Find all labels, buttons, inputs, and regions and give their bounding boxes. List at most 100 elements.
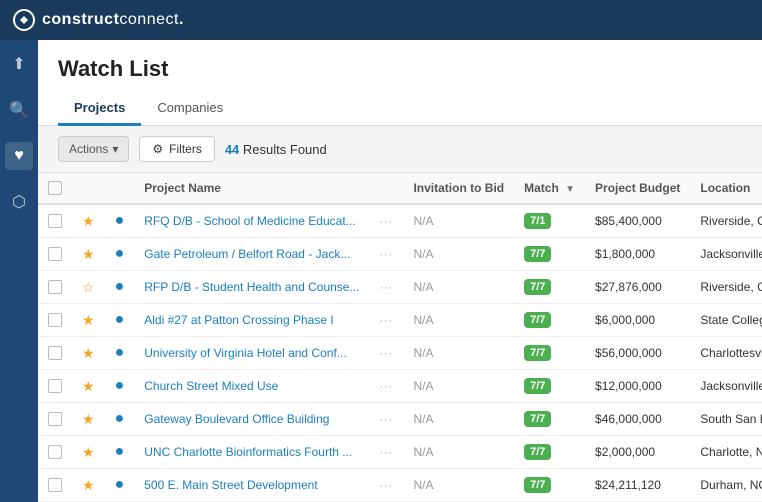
- search-icon[interactable]: 🔍: [5, 96, 33, 124]
- star-icon[interactable]: ★: [82, 246, 95, 262]
- location-value: South San Francisco, CA: [700, 412, 762, 426]
- row-project-name-cell: 500 E. Main Street Development: [134, 469, 369, 502]
- filters-button[interactable]: ⚙ Filters: [139, 136, 214, 162]
- shield-icon[interactable]: ⬡: [5, 188, 33, 216]
- project-name-link[interactable]: RFQ D/B - School of Medicine Educat...: [144, 214, 355, 228]
- star-icon[interactable]: ★: [82, 411, 95, 427]
- row-star-cell: ★: [72, 436, 105, 469]
- row-invitation-cell: N/A: [403, 238, 514, 271]
- more-options-icon[interactable]: ···: [379, 381, 393, 393]
- row-project-name-cell: Church Street Mixed Use: [134, 370, 369, 403]
- location-value: Riverside, CA: [700, 280, 762, 294]
- header-match[interactable]: Match ▼: [514, 173, 585, 204]
- project-name-link[interactable]: RFP D/B - Student Health and Counse...: [144, 280, 359, 294]
- row-budget-cell: $1,800,000: [585, 238, 690, 271]
- row-dot-cell: ●: [105, 204, 135, 238]
- table-row: ★ ● University of Virginia Hotel and Con…: [38, 337, 762, 370]
- match-badge: 7/7: [524, 411, 551, 427]
- sort-icon: ▼: [565, 184, 575, 195]
- row-checkbox-cell: [38, 436, 72, 469]
- row-invitation-cell: N/A: [403, 204, 514, 238]
- more-options-icon[interactable]: ···: [379, 249, 393, 261]
- star-icon[interactable]: ★: [82, 345, 95, 361]
- tab-projects[interactable]: Projects: [58, 92, 141, 126]
- row-checkbox[interactable]: [48, 412, 62, 426]
- row-location-cell: Charlottesville, VA: [690, 337, 762, 370]
- project-name-link[interactable]: Church Street Mixed Use: [144, 379, 278, 393]
- budget-value: $46,000,000: [595, 412, 662, 426]
- row-invitation-cell: N/A: [403, 436, 514, 469]
- row-match-cell: 7/7: [514, 436, 585, 469]
- star-icon[interactable]: ★: [82, 477, 95, 493]
- star-icon[interactable]: ★: [82, 444, 95, 460]
- project-name-link[interactable]: Aldi #27 at Patton Crossing Phase I: [144, 313, 333, 327]
- match-badge: 7/7: [524, 345, 551, 361]
- row-star-cell: ★: [72, 469, 105, 502]
- row-checkbox[interactable]: [48, 280, 62, 294]
- row-project-name-cell: University of Virginia Hotel and Conf...: [134, 337, 369, 370]
- row-match-cell: 7/7: [514, 469, 585, 502]
- row-location-cell: South San Francisco, CA: [690, 403, 762, 436]
- star-icon[interactable]: ★: [82, 378, 95, 394]
- row-checkbox[interactable]: [48, 313, 62, 327]
- project-name-link[interactable]: Gate Petroleum / Belfort Road - Jack...: [144, 247, 350, 261]
- header-invitation: Invitation to Bid: [403, 173, 514, 204]
- row-checkbox[interactable]: [48, 445, 62, 459]
- star-icon[interactable]: ☆: [82, 279, 95, 295]
- page-title: Watch List: [58, 56, 742, 82]
- row-checkbox[interactable]: [48, 247, 62, 261]
- more-options-icon[interactable]: ···: [379, 480, 393, 492]
- sidebar: ⬆ 🔍 ♥ ⬡: [0, 40, 38, 502]
- row-checkbox[interactable]: [48, 214, 62, 228]
- row-match-cell: 7/7: [514, 238, 585, 271]
- project-name-link[interactable]: Gateway Boulevard Office Building: [144, 412, 329, 426]
- projects-table: Project Name Invitation to Bid Match ▼ P…: [38, 172, 762, 502]
- row-dot-cell: ●: [105, 403, 135, 436]
- row-checkbox[interactable]: [48, 346, 62, 360]
- table-row: ★ ● Gateway Boulevard Office Building ··…: [38, 403, 762, 436]
- row-checkbox[interactable]: [48, 379, 62, 393]
- page-header: Watch List Projects Companies: [38, 40, 762, 126]
- more-options-icon[interactable]: ···: [379, 315, 393, 327]
- row-checkbox-cell: [38, 204, 72, 238]
- row-project-name-cell: Gateway Boulevard Office Building: [134, 403, 369, 436]
- actions-button[interactable]: Actions ▾: [58, 136, 129, 162]
- star-icon[interactable]: ★: [82, 312, 95, 328]
- project-name-link[interactable]: 500 E. Main Street Development: [144, 478, 317, 492]
- header-location: Location: [690, 173, 762, 204]
- dot-icon: ●: [115, 311, 125, 328]
- row-star-cell: ★: [72, 403, 105, 436]
- tab-companies[interactable]: Companies: [141, 92, 239, 126]
- row-invitation-cell: N/A: [403, 403, 514, 436]
- more-options-icon[interactable]: ···: [379, 282, 393, 294]
- project-name-link[interactable]: UNC Charlotte Bioinformatics Fourth ...: [144, 445, 352, 459]
- more-options-icon[interactable]: ···: [379, 447, 393, 459]
- dot-icon: ●: [115, 278, 125, 295]
- invitation-value: N/A: [413, 412, 433, 426]
- upload-icon[interactable]: ⬆: [5, 50, 33, 78]
- row-dot-cell: ●: [105, 238, 135, 271]
- match-badge: 7/7: [524, 246, 551, 262]
- toolbar: Actions ▾ ⚙ Filters 44 Results Found: [38, 126, 762, 172]
- dot-icon: ●: [115, 476, 125, 493]
- select-all-checkbox[interactable]: [48, 181, 62, 195]
- more-options-icon[interactable]: ···: [379, 348, 393, 360]
- row-checkbox[interactable]: [48, 478, 62, 492]
- more-options-icon[interactable]: ···: [379, 216, 393, 228]
- heart-icon[interactable]: ♥: [5, 142, 33, 170]
- row-checkbox-cell: [38, 271, 72, 304]
- dot-icon: ●: [115, 377, 125, 394]
- star-icon[interactable]: ★: [82, 213, 95, 229]
- table-row: ☆ ● RFP D/B - Student Health and Counse.…: [38, 271, 762, 304]
- row-dot-cell: ●: [105, 271, 135, 304]
- project-name-link[interactable]: University of Virginia Hotel and Conf...: [144, 346, 347, 360]
- row-star-cell: ☆: [72, 271, 105, 304]
- budget-value: $85,400,000: [595, 214, 662, 228]
- row-checkbox-cell: [38, 403, 72, 436]
- row-project-name-cell: Aldi #27 at Patton Crossing Phase I: [134, 304, 369, 337]
- header-checkbox-cell: [38, 173, 72, 204]
- more-options-icon[interactable]: ···: [379, 414, 393, 426]
- row-more-cell: ···: [369, 370, 403, 403]
- match-badge: 7/7: [524, 312, 551, 328]
- table-row: ★ ● UNC Charlotte Bioinformatics Fourth …: [38, 436, 762, 469]
